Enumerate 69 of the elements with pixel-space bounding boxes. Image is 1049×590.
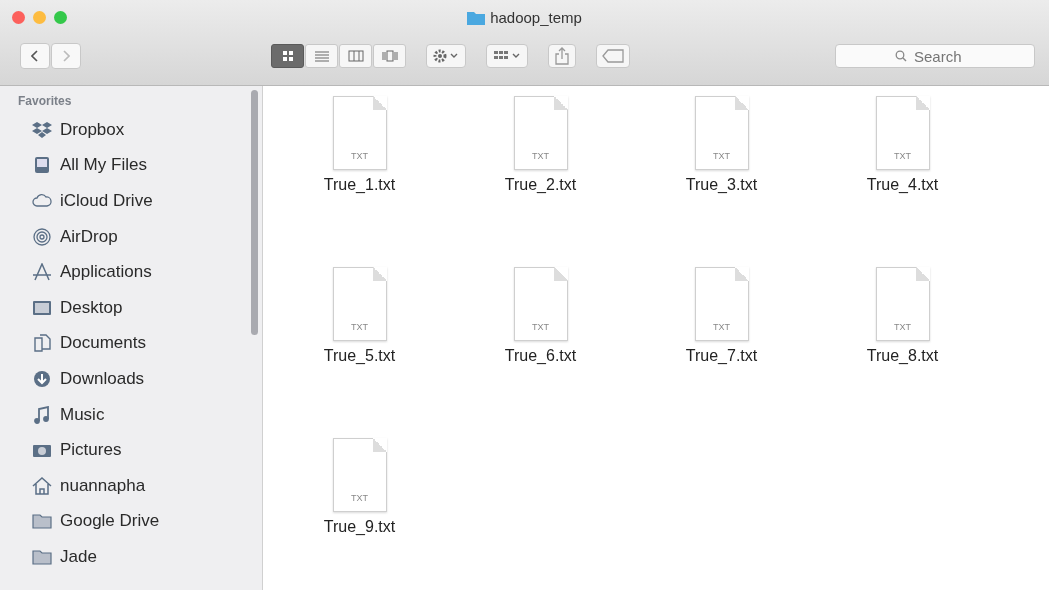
- sidebar-item[interactable]: Documents: [0, 325, 262, 362]
- sidebar-item[interactable]: nuannapha: [0, 467, 262, 504]
- text-file-icon: TXT: [513, 267, 568, 341]
- minimize-button[interactable]: [33, 10, 46, 24]
- dropbox-icon: [32, 120, 52, 139]
- desktop-icon: [32, 298, 52, 317]
- tag-button[interactable]: [596, 44, 630, 68]
- share-button[interactable]: [548, 44, 576, 68]
- action-button[interactable]: [426, 44, 466, 68]
- file-item[interactable]: TXT True_9.txt: [269, 438, 450, 590]
- cover-flow-icon: [381, 50, 398, 62]
- window-title: hadoop_temp: [490, 9, 582, 26]
- airdrop-icon: [32, 227, 52, 246]
- tag-icon: [602, 49, 624, 63]
- file-item[interactable]: TXT True_7.txt: [631, 267, 812, 438]
- back-button[interactable]: [20, 43, 50, 69]
- download-icon: [32, 369, 52, 388]
- list-view-icon: [313, 50, 330, 62]
- sidebar-item[interactable]: Dropbox: [0, 112, 262, 148]
- files-icon: [32, 156, 52, 175]
- file-item[interactable]: TXT True_6.txt: [450, 267, 631, 438]
- sidebar-item[interactable]: Applications: [0, 254, 262, 290]
- sidebar-heading: Favorites: [17, 94, 73, 108]
- forward-button[interactable]: [51, 43, 81, 69]
- file-item[interactable]: TXT True_1.txt: [269, 96, 450, 267]
- text-file-icon: TXT: [694, 96, 749, 170]
- folder-icon: [32, 512, 52, 531]
- file-item[interactable]: TXT True_4.txt: [812, 96, 993, 267]
- text-file-icon: TXT: [332, 438, 387, 512]
- zoom-button[interactable]: [54, 10, 67, 24]
- close-button[interactable]: [12, 10, 25, 24]
- sidebar-item[interactable]: Downloads: [0, 361, 262, 397]
- text-file-icon: TXT: [875, 267, 930, 341]
- sidebar-item[interactable]: iCloud Drive: [0, 183, 262, 219]
- sidebar-item[interactable]: Pictures: [0, 432, 262, 468]
- text-file-icon: TXT: [694, 267, 749, 341]
- file-item[interactable]: TXT True_2.txt: [450, 96, 631, 267]
- sidebar-item[interactable]: AirDrop: [0, 218, 262, 255]
- documents-icon: [32, 334, 52, 353]
- column-view-icon: [347, 50, 364, 62]
- sidebar-item[interactable]: All My Files: [0, 147, 262, 184]
- sidebar-item[interactable]: Music: [0, 396, 262, 433]
- text-file-icon: TXT: [332, 96, 387, 170]
- scroll-bar[interactable]: [251, 90, 258, 335]
- file-item[interactable]: TXT True_3.txt: [631, 96, 812, 267]
- file-item[interactable]: TXT True_5.txt: [269, 267, 450, 438]
- forward-icon: [63, 50, 70, 62]
- gear-icon: [432, 48, 460, 64]
- cloud-icon: [32, 192, 52, 210]
- music-note-icon: [32, 405, 52, 424]
- file-item[interactable]: TXT True_8.txt: [812, 267, 993, 438]
- arrange-button[interactable]: [486, 44, 528, 68]
- grid-view-button[interactable]: [271, 44, 304, 68]
- text-file-icon: TXT: [332, 267, 387, 341]
- sidebar-item[interactable]: Google Drive: [0, 503, 262, 540]
- folder-icon: [467, 10, 486, 25]
- sidebar-item[interactable]: Desktop: [0, 289, 262, 326]
- back-icon: [31, 50, 38, 62]
- share-icon: [554, 47, 570, 65]
- column-view-button[interactable]: [339, 44, 372, 68]
- folder-icon: [32, 547, 52, 566]
- sidebar-item[interactable]: Jade: [0, 539, 262, 575]
- applications-icon: [32, 263, 52, 282]
- search-icon: [895, 50, 907, 62]
- text-file-icon: TXT: [875, 96, 930, 170]
- home-icon: [32, 476, 52, 495]
- text-file-icon: TXT: [513, 96, 568, 170]
- cover-flow-button[interactable]: [373, 44, 406, 68]
- search-field[interactable]: Search: [835, 44, 1035, 68]
